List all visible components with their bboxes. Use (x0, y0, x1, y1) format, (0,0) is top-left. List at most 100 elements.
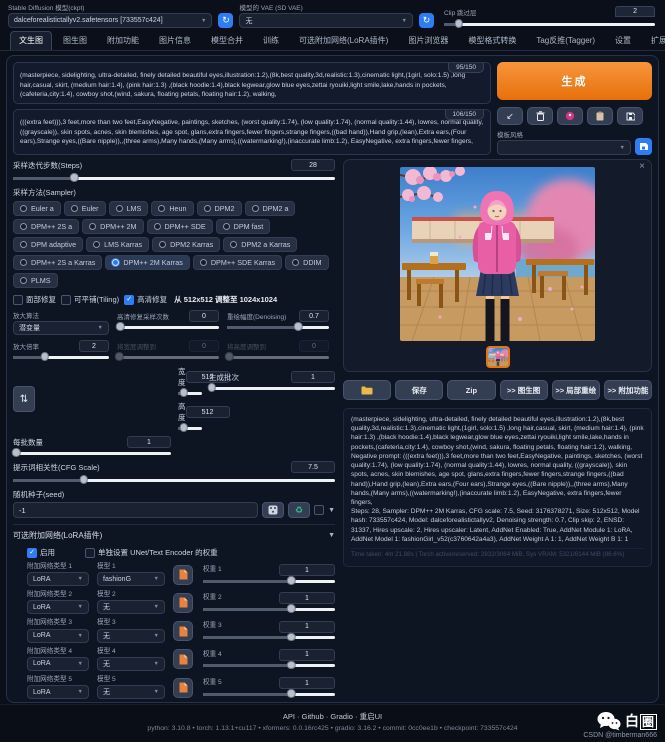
hires-steps-slider[interactable] (117, 322, 219, 331)
save-style-button[interactable] (617, 107, 643, 125)
tab-5[interactable]: 训练 (254, 31, 288, 50)
footer-link-2[interactable]: Gradio (330, 712, 353, 721)
refresh-styles-button[interactable] (635, 138, 652, 155)
restore-faces-checkbox[interactable]: 面部修复 (13, 294, 56, 305)
hires-steps-value[interactable]: 0 (189, 310, 219, 322)
lora-weight-value[interactable]: 1 (279, 677, 335, 689)
lora-model-info-button[interactable] (173, 649, 193, 669)
lora-weight-value[interactable]: 1 (279, 592, 335, 604)
sampler-option[interactable]: DPM++ 2S a (13, 219, 79, 234)
send-to-inpaint-button[interactable]: >> 局部重绘 (552, 380, 600, 400)
lora-model-dropdown[interactable]: 无▼ (97, 685, 165, 699)
sampler-option[interactable]: DPM++ SDE Karras (193, 255, 282, 270)
negative-prompt-input[interactable]: (((extra feet))),3 feet,more than two fe… (20, 118, 484, 150)
denoising-slider[interactable] (227, 322, 329, 331)
tab-7[interactable]: 图片浏览器 (399, 31, 457, 50)
tiling-checkbox[interactable]: 可平铺(Tiling) (61, 294, 119, 305)
footer-link-1[interactable]: Github (302, 712, 324, 721)
tab-4[interactable]: 模型合并 (202, 31, 252, 50)
lora-weight-slider[interactable] (203, 661, 335, 670)
resize-width-value[interactable]: 0 (189, 340, 219, 352)
lora-type-dropdown[interactable]: LoRA▼ (27, 657, 89, 671)
lora-model-dropdown[interactable]: 无▼ (97, 629, 165, 643)
generate-button[interactable]: 生成 (497, 62, 652, 100)
styles-dropdown[interactable]: ▼ (497, 140, 631, 155)
steps-value[interactable]: 28 (291, 159, 335, 171)
width-slider[interactable] (178, 388, 202, 397)
sampler-option[interactable]: DPM2 a Karras (223, 237, 297, 252)
height-value[interactable]: 512 (186, 406, 230, 418)
tab-0[interactable]: 文生图 (10, 31, 52, 50)
lora-model-dropdown[interactable]: fashionG▼ (97, 572, 165, 586)
lora-type-dropdown[interactable]: LoRA▼ (27, 629, 89, 643)
sampler-option[interactable]: DPM++ 2M Karras (105, 255, 190, 270)
lora-model-info-button[interactable] (173, 593, 193, 613)
send-to-extras-button[interactable]: >> 附加功能 (604, 380, 652, 400)
tab-8[interactable]: 模型格式转换 (459, 31, 525, 50)
open-folder-button[interactable] (343, 380, 391, 400)
lora-weight-value[interactable]: 1 (279, 621, 335, 633)
refresh-vae-button[interactable]: ↻ (419, 13, 434, 28)
upscale-by-slider[interactable] (13, 352, 109, 361)
tab-2[interactable]: 附加功能 (98, 31, 148, 50)
tab-6[interactable]: 可选附加网络(LoRA插件) (290, 31, 397, 50)
lora-model-info-button[interactable] (173, 565, 193, 585)
batch-count-value[interactable]: 1 (291, 371, 335, 383)
lora-model-info-button[interactable] (173, 678, 193, 698)
clip-skip-slider[interactable] (444, 19, 655, 28)
tab-9[interactable]: Tag反推(Tagger) (527, 31, 604, 50)
sampler-option[interactable]: DPM++ SDE (147, 219, 213, 234)
cfg-value[interactable]: 7.5 (291, 461, 335, 473)
footer-link-3[interactable]: 重启UI (360, 712, 383, 721)
reuse-seed-button[interactable]: ♻ (288, 502, 310, 518)
sampler-option[interactable]: PLMS (13, 273, 58, 288)
sampler-option[interactable]: DPM++ 2S a Karras (13, 255, 102, 270)
footer-link-0[interactable]: API (283, 712, 295, 721)
lora-weight-slider[interactable] (203, 633, 335, 642)
upscaler-dropdown[interactable]: 潜变量▼ (13, 321, 109, 335)
denoising-value[interactable]: 0.7 (299, 310, 329, 322)
lora-weight-value[interactable]: 1 (279, 649, 335, 661)
collapse-icon[interactable]: ▼ (328, 532, 335, 539)
lora-weight-slider[interactable] (203, 576, 335, 585)
save-image-button[interactable]: 保存 (395, 380, 443, 400)
sampler-option[interactable]: DPM2 Karras (152, 237, 220, 252)
apply-style-button[interactable] (587, 107, 613, 125)
sampler-option[interactable]: Euler a (13, 201, 61, 216)
ckpt-dropdown[interactable]: dalceforealistictallyv2.safetensors [733… (8, 13, 212, 28)
swap-dimensions-button[interactable]: ⇅ (13, 386, 35, 412)
batch-size-value[interactable]: 1 (127, 436, 171, 448)
steps-slider[interactable] (13, 173, 335, 182)
resize-height-slider[interactable] (227, 352, 329, 361)
clear-prompt-button[interactable] (527, 107, 553, 125)
paste-params-button[interactable]: ↙ (497, 107, 523, 125)
send-to-img2img-button[interactable]: >> 图生图 (500, 380, 548, 400)
lora-enable-checkbox[interactable]: ✓启用 (27, 547, 55, 558)
sampler-option[interactable]: DPM adaptive (13, 237, 83, 252)
upscale-by-value[interactable]: 2 (79, 340, 109, 352)
lora-type-dropdown[interactable]: LoRA▼ (27, 600, 89, 614)
lora-type-dropdown[interactable]: LoRA▼ (27, 572, 89, 586)
seed-input[interactable]: -1 (13, 502, 258, 518)
close-icon[interactable]: × (639, 161, 645, 172)
refresh-ckpt-button[interactable]: ↻ (218, 13, 233, 28)
random-seed-button[interactable] (262, 502, 284, 518)
zip-button[interactable]: Zip (447, 380, 495, 400)
lora-weight-slider[interactable] (203, 689, 335, 698)
vae-dropdown[interactable]: 无▼ (239, 13, 413, 28)
sampler-option[interactable]: LMS Karras (86, 237, 149, 252)
tab-3[interactable]: 图片信息 (150, 31, 200, 50)
image-thumbnail[interactable] (486, 346, 510, 368)
lora-model-info-button[interactable] (173, 621, 193, 641)
resize-width-slider[interactable] (117, 352, 219, 361)
tab-1[interactable]: 图生图 (54, 31, 96, 50)
batch-size-slider[interactable] (13, 448, 171, 457)
sampler-option[interactable]: DDIM (285, 255, 328, 270)
tab-11[interactable]: 扩展 (642, 31, 665, 50)
tab-10[interactable]: 设置 (606, 31, 640, 50)
batch-count-slider[interactable] (209, 383, 335, 392)
hires-fix-checkbox[interactable]: ✓高清修复 (124, 294, 167, 305)
extra-networks-button[interactable] (557, 107, 583, 125)
lora-type-dropdown[interactable]: LoRA▼ (27, 685, 89, 699)
lora-weight-value[interactable]: 1 (279, 564, 335, 576)
